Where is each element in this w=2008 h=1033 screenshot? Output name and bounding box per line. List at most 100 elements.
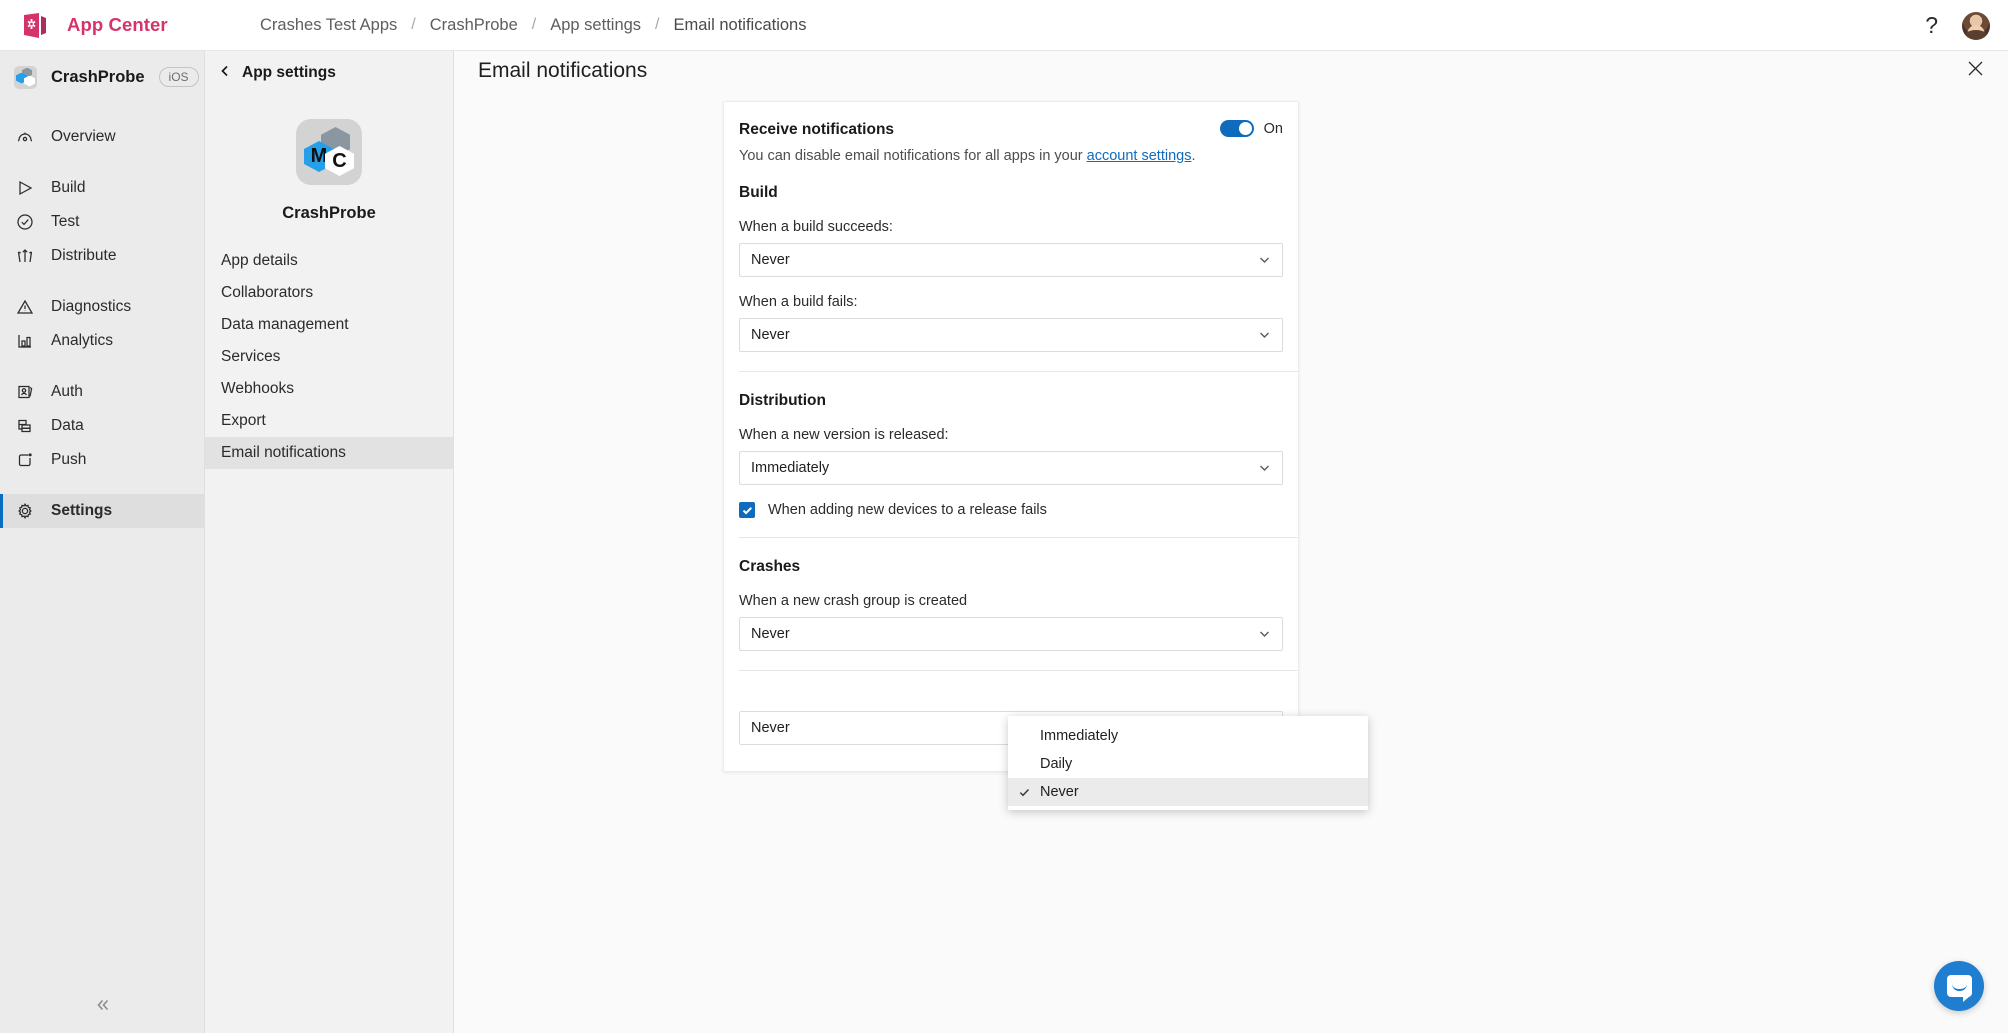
push-square-icon [16, 451, 34, 469]
dropdown-option-label: Immediately [1040, 728, 1118, 744]
sidebar-nav: Overview Build Test Distribute [0, 120, 204, 528]
gauge-icon [16, 128, 34, 146]
settings-item-app-details[interactable]: App details [205, 245, 453, 277]
chat-bubble-icon [1947, 975, 1972, 997]
chat-launcher-button[interactable] [1934, 961, 1984, 1011]
app-icon-small [14, 66, 37, 89]
question-mark-icon[interactable]: ? [1925, 14, 1938, 37]
settings-item-export[interactable]: Export [205, 405, 453, 437]
app-settings-menu: App details Collaborators Data managemen… [205, 245, 453, 469]
receive-notifications-toggle-state: On [1264, 121, 1283, 137]
description-text-after: . [1191, 148, 1195, 164]
crashes-section: Crashes When a new crash group is create… [739, 558, 1283, 651]
double-chevron-left-icon [94, 996, 112, 1019]
sidebar-app-header[interactable]: CrashProbe iOS [0, 51, 204, 103]
sidebar-item-test[interactable]: Test [0, 205, 204, 239]
build-fails-select[interactable]: Never [739, 318, 1283, 352]
crash-group-value: Never [751, 626, 790, 642]
chevron-down-icon [1258, 329, 1271, 342]
crash-group-dropdown-menu[interactable]: Immediately Daily Never [1008, 716, 1368, 810]
sidebar-item-label: Diagnostics [51, 298, 131, 316]
receive-notifications-row: Receive notifications On [739, 102, 1283, 139]
bar-chart-icon [16, 332, 34, 350]
distribute-arrows-icon [16, 247, 34, 265]
sidebar-app-name: CrashProbe [51, 68, 145, 87]
settings-item-label: App details [221, 252, 298, 270]
sidebar-collapse-button[interactable] [0, 981, 205, 1033]
breadcrumb-separator: / [655, 16, 659, 34]
settings-item-collaborators[interactable]: Collaborators [205, 277, 453, 309]
dropdown-option-never[interactable]: Never [1008, 778, 1368, 806]
breadcrumb-item-2[interactable]: App settings [550, 16, 641, 35]
avatar[interactable] [1962, 12, 1990, 40]
app-settings-sidebar: App settings M C CrashProbe App details … [205, 51, 454, 1033]
check-circle-icon [16, 213, 34, 231]
sidebar-item-auth[interactable]: Auth [0, 375, 204, 409]
section-divider [739, 537, 1298, 538]
sidebar-item-diagnostics[interactable]: Diagnostics [0, 290, 204, 324]
sidebar-item-label: Test [51, 213, 79, 231]
breadcrumb-separator: / [532, 16, 536, 34]
email-notifications-card: Receive notifications On You can disable… [723, 101, 1299, 772]
sidebar-item-label: Analytics [51, 332, 113, 350]
chevron-down-icon [1258, 254, 1271, 267]
person-card-icon [16, 383, 34, 401]
new-version-select[interactable]: Immediately [739, 451, 1283, 485]
dropdown-option-daily[interactable]: Daily [1008, 750, 1368, 778]
main-content: Email notifications Receive notification… [454, 51, 2008, 1033]
settings-item-email-notifications[interactable]: Email notifications [205, 437, 453, 469]
primary-sidebar: CrashProbe iOS Overview Build Test [0, 51, 205, 1033]
settings-item-services[interactable]: Services [205, 341, 453, 373]
chevron-down-icon [1258, 462, 1271, 475]
close-button[interactable] [1961, 57, 1989, 85]
warning-triangle-icon [16, 298, 34, 316]
sidebar-item-distribute[interactable]: Distribute [0, 239, 204, 273]
receive-notifications-section: Receive notifications On You can disable… [739, 102, 1283, 164]
app-settings-back-button[interactable]: App settings [205, 51, 453, 95]
platform-badge: iOS [159, 67, 199, 87]
sidebar-item-build[interactable]: Build [0, 171, 204, 205]
dropdown-option-immediately[interactable]: Immediately [1008, 722, 1368, 750]
gear-icon [16, 502, 34, 520]
new-devices-checkbox-label: When adding new devices to a release fai… [768, 502, 1047, 518]
new-devices-checkbox[interactable] [739, 502, 755, 518]
check-icon [1016, 787, 1032, 798]
sidebar-item-analytics[interactable]: Analytics [0, 324, 204, 358]
app-settings-back-label: App settings [242, 64, 336, 82]
crash-group-label: When a new crash group is created [739, 593, 1283, 609]
crash-group-select[interactable]: Never [739, 617, 1283, 651]
sidebar-item-data[interactable]: Data [0, 409, 204, 443]
settings-item-webhooks[interactable]: Webhooks [205, 373, 453, 405]
build-section: Build When a build succeeds: Never When … [739, 184, 1283, 352]
page-title: Email notifications [478, 59, 647, 83]
new-version-value: Immediately [751, 460, 829, 476]
app-hero-name: CrashProbe [205, 204, 453, 223]
chevron-left-icon [219, 64, 231, 82]
sidebar-item-overview[interactable]: Overview [0, 120, 204, 154]
build-fails-label: When a build fails: [739, 294, 1283, 310]
breadcrumb-item-3[interactable]: Email notifications [674, 16, 807, 35]
sidebar-item-label: Distribute [51, 247, 116, 265]
account-settings-link[interactable]: account settings [1087, 148, 1192, 164]
build-succeeds-select[interactable]: Never [739, 243, 1283, 277]
receive-notifications-toggle[interactable] [1220, 120, 1254, 137]
top-bar-actions: ? [1925, 0, 1990, 51]
breadcrumb-item-1[interactable]: CrashProbe [430, 16, 518, 35]
obscured-select-value: Never [751, 720, 790, 736]
settings-item-data-management[interactable]: Data management [205, 309, 453, 341]
sidebar-item-settings[interactable]: Settings [0, 494, 204, 528]
receive-notifications-toggle-wrap: On [1220, 120, 1283, 137]
app-icon-large: M C [296, 119, 362, 185]
brand-area[interactable]: App Center [0, 12, 260, 39]
receive-notifications-description: You can disable email notifications for … [739, 148, 1283, 164]
breadcrumb-item-0[interactable]: Crashes Test Apps [260, 16, 397, 35]
sidebar-item-label: Auth [51, 383, 83, 401]
sidebar-item-label: Overview [51, 128, 116, 146]
section-divider [739, 371, 1298, 372]
app-root: App Center Crashes Test Apps / CrashProb… [0, 0, 2008, 1033]
sidebar-item-push[interactable]: Push [0, 443, 204, 477]
dropdown-option-label: Never [1040, 784, 1079, 800]
close-icon [1967, 60, 1984, 82]
settings-item-label: Export [221, 412, 266, 430]
distribution-section: Distribution When a new version is relea… [739, 392, 1283, 518]
